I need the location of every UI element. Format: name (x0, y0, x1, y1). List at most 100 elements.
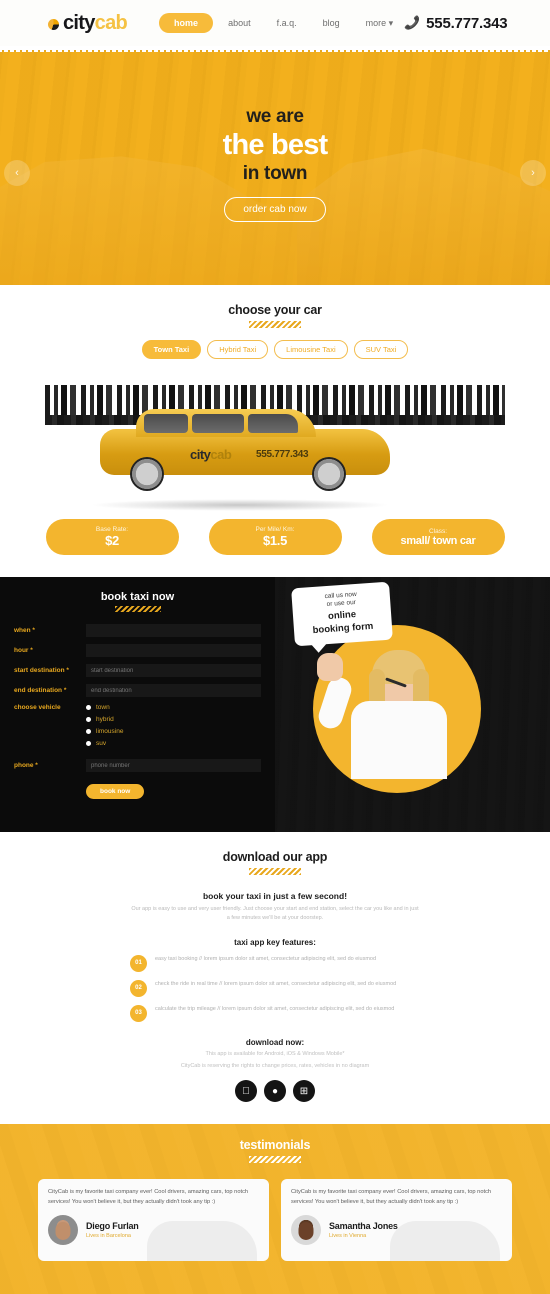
testimonial-quote: CityCab is my favorite taxi company ever… (291, 1189, 492, 1206)
testimonial-author: Samantha Jones Lives in Vienna (291, 1215, 502, 1246)
main-nav: home about f.a.q. blog more ▾ (159, 13, 404, 34)
car-wheel-rear (130, 457, 164, 491)
radio-suv[interactable]: suv (86, 740, 261, 747)
radio-label-town: town (96, 704, 110, 711)
car-tab-hybrid[interactable]: Hybrid Taxi (207, 340, 269, 359)
booking-form: book taxi now when * hour * start destin… (0, 577, 275, 832)
feature-item-03: 03 calculate the trip mileage // lorem i… (130, 1004, 420, 1022)
android-icon[interactable]: ● (264, 1080, 286, 1103)
store-buttons:  ● ⊞ (130, 1080, 420, 1103)
testimonial-tail (54, 1260, 70, 1262)
radio-dot-limousine (86, 729, 91, 734)
testimonial-quote: CityCab is my favorite taxi company ever… (48, 1189, 249, 1206)
car-decal-city: city (190, 447, 211, 462)
hero-prev-arrow[interactable]: ‹ (4, 160, 30, 186)
car-decal-logo: citycab (190, 447, 232, 462)
nav-item-blog[interactable]: blog (312, 13, 351, 33)
booking-form-title: book taxi now (100, 591, 175, 603)
price-value-per-mile: $1.5 (262, 533, 288, 548)
label-end-destination: end destination * (14, 687, 67, 694)
radio-town[interactable]: town (86, 704, 261, 711)
nav-item-more[interactable]: more ▾ (355, 13, 405, 34)
radio-dot-hybrid (86, 717, 91, 722)
car-tab-limousine[interactable]: Limousine Taxi (274, 340, 348, 359)
site-header: city cab home about f.a.q. blog more ▾ 📞… (0, 0, 550, 46)
windows-icon[interactable]: ⊞ (293, 1080, 315, 1103)
radio-hybrid[interactable]: hybrid (86, 716, 261, 723)
price-label-per-mile: Per Mile/ Km: (255, 526, 295, 533)
booking-visual: call us now or use our online booking fo… (275, 577, 550, 832)
features-title: taxi app key features: (234, 937, 316, 947)
download-app-title: download our app (222, 850, 328, 864)
hero-next-arrow[interactable]: › (520, 160, 546, 186)
zigzag-divider-testimonials (249, 1156, 301, 1164)
hero-slider: ‹ › we are the best in town order cab no… (0, 52, 550, 285)
operator-photo (315, 650, 447, 779)
nav-item-home[interactable]: home (159, 13, 214, 33)
price-pill-class: Class: small/ town car (371, 519, 505, 555)
input-end-destination[interactable] (86, 684, 261, 697)
apple-icon[interactable]:  (235, 1080, 257, 1103)
testimonial-author: Diego Furlan Lives in Barcelona (48, 1215, 259, 1246)
speech-bubble: call us now or use our online booking fo… (291, 581, 393, 647)
download-now-title: download now: (245, 1037, 305, 1047)
radio-limousine[interactable]: limousine (86, 728, 261, 735)
testimonial-name: Diego Furlan (86, 1221, 139, 1232)
testimonial-cards: CityCab is my favorite taxi company ever… (0, 1179, 550, 1262)
price-value-class: small/ town car (400, 534, 476, 547)
input-start-destination[interactable] (86, 664, 261, 677)
header-phone-number: 555.777.343 (426, 14, 508, 32)
price-pill-per-mile: Per Mile/ Km: $1.5 (208, 519, 342, 555)
label-start-destination: start destination * (14, 667, 69, 674)
book-now-button[interactable]: book now (86, 784, 145, 799)
zigzag-divider (249, 321, 301, 328)
nav-item-about[interactable]: about (217, 13, 262, 33)
site-logo[interactable]: city cab (48, 11, 128, 35)
radio-label-hybrid: hybrid (96, 716, 114, 723)
hero-content: we are the best in town order cab now (0, 52, 550, 222)
input-when[interactable] (86, 624, 261, 637)
header-phone[interactable]: 📞 555.777.343 (404, 15, 507, 32)
input-phone[interactable] (86, 759, 261, 772)
booking-section: book taxi now when * hour * start destin… (0, 577, 550, 832)
operator-head (369, 650, 429, 713)
price-pill-base-rate: Base Rate: $2 (45, 519, 179, 555)
feature-number-01: 01 (130, 954, 147, 972)
price-value-base-rate: $2 (105, 533, 119, 548)
order-cab-button[interactable]: order cab now (224, 197, 326, 222)
car-tab-suv[interactable]: SUV Taxi (353, 340, 409, 359)
feature-item-01: 01 easy taxi booking // lorem ipsum dolo… (130, 954, 420, 972)
radio-dot-town (86, 705, 91, 710)
input-hour[interactable] (86, 644, 261, 657)
app-subtitle: book your taxi in just a few second! (202, 891, 348, 901)
feature-text-01: easy taxi booking // lorem ipsum dolor s… (155, 955, 377, 962)
pie-chart-icon (48, 18, 59, 30)
label-hour: hour * (14, 647, 33, 654)
car-window-front (248, 414, 298, 433)
avatar-face (55, 1221, 71, 1240)
operator-body (315, 653, 447, 779)
avatar-face (298, 1221, 314, 1240)
radio-label-limousine: limousine (96, 728, 124, 735)
nav-item-faq[interactable]: f.a.q. (266, 13, 308, 33)
feature-item-02: 02 check the ride in real time // lorem … (130, 979, 420, 997)
field-row-hour: hour * (14, 644, 261, 657)
car-window-rear (144, 414, 188, 433)
phone-icon: 📞 (404, 15, 421, 30)
avatar (48, 1215, 78, 1246)
field-row-end-destination: end destination * (14, 684, 261, 697)
operator-hand (317, 653, 343, 681)
car-decal-phone: 555.777.343 (256, 449, 309, 460)
app-paragraph: Our app is easy to use and very user fri… (131, 906, 419, 922)
car-tab-town[interactable]: Town Taxi (141, 340, 202, 359)
testimonial-card: CityCab is my favorite taxi company ever… (38, 1179, 269, 1262)
feature-number-03: 03 (130, 1004, 147, 1022)
price-label-class: Class: (428, 527, 448, 535)
hero-line-2: the best (222, 129, 329, 161)
zigzag-divider-app (249, 868, 301, 875)
download-app-heading: download our app (0, 850, 550, 875)
vehicle-radio-group: town hybrid limousine suv (86, 704, 261, 752)
logo-text-cab: cab (94, 11, 128, 34)
testimonial-location: Lives in Vienna (329, 1233, 367, 1240)
logo-text-city: city (63, 11, 95, 34)
